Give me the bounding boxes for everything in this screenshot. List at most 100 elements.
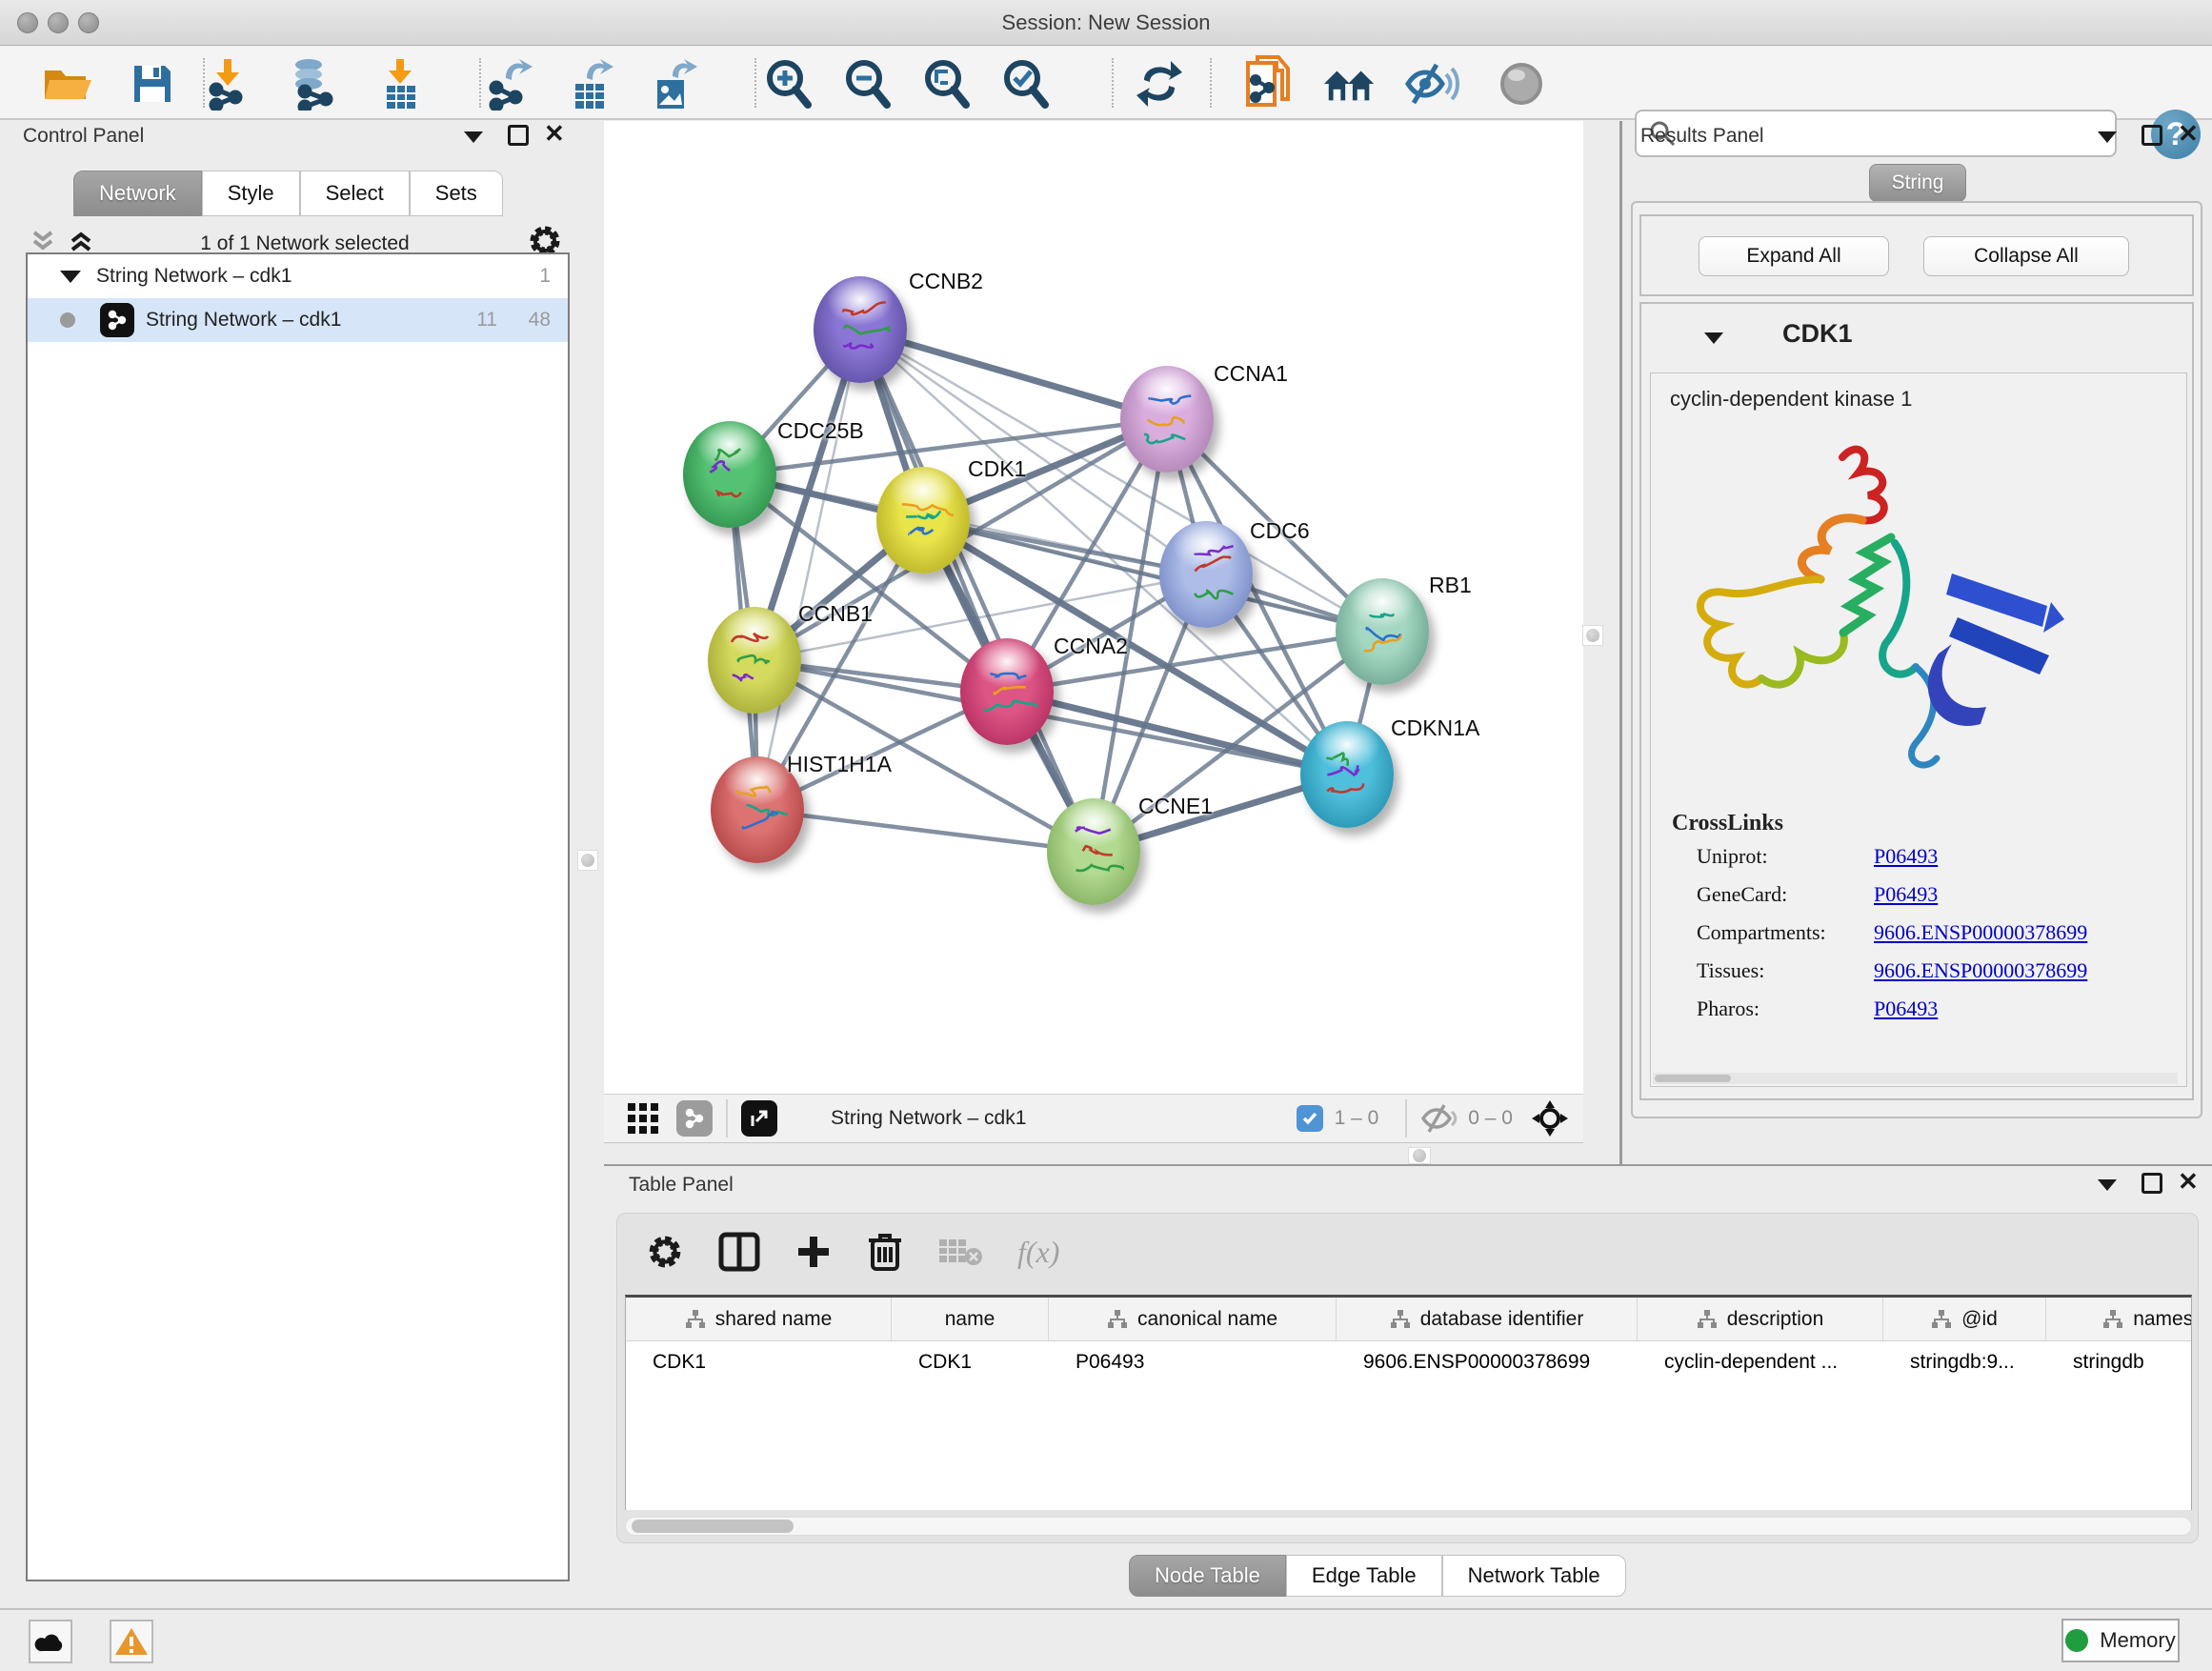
tab-network[interactable]: Network xyxy=(73,171,202,216)
results-panel-divider[interactable] xyxy=(1619,121,1622,1166)
show-columns-icon[interactable] xyxy=(718,1232,760,1272)
table-panel-float-icon[interactable] xyxy=(2142,1173,2162,1194)
memory-button[interactable]: Memory xyxy=(2061,1619,2180,1662)
collection-collapse-icon[interactable] xyxy=(60,271,81,283)
table-panel-body: f(x) shared namenamecanonical namedataba… xyxy=(616,1213,2199,1543)
network-node-CDC6[interactable] xyxy=(1159,521,1253,628)
crosslink-row: Tissues:9606.ENSP00000378699 xyxy=(1697,958,2186,983)
network-node-CDKN1A[interactable] xyxy=(1300,721,1394,828)
column-header-database-identifier[interactable]: database identifier xyxy=(1337,1298,1638,1340)
column-header-description[interactable]: description xyxy=(1638,1298,1883,1340)
column-header--id[interactable]: @id xyxy=(1883,1298,2046,1340)
control-panel-close-icon[interactable]: ✕ xyxy=(544,123,565,144)
network-node-CDK1[interactable] xyxy=(876,467,970,574)
network-node-RB1[interactable] xyxy=(1336,578,1429,685)
export-table-button[interactable] xyxy=(565,56,620,111)
zoom-fit-button[interactable] xyxy=(919,56,975,111)
string-view-icon[interactable] xyxy=(676,1100,713,1137)
tab-string[interactable]: String xyxy=(1869,164,1966,202)
results-panel-float-icon[interactable] xyxy=(2142,125,2162,146)
right-splitter-handle[interactable] xyxy=(1582,625,1603,646)
show-glass-button[interactable] xyxy=(1494,56,1549,111)
crosslink-link[interactable]: 9606.ENSP00000378699 xyxy=(1874,958,2087,983)
collapse-all-button[interactable]: Collapse All xyxy=(1923,236,2129,276)
zoom-in-button[interactable] xyxy=(761,56,816,111)
refresh-icon xyxy=(1133,57,1186,111)
selected-checkbox-icon[interactable] xyxy=(1297,1105,1323,1132)
protein-structure-thumbnail xyxy=(699,440,760,509)
export-table-icon xyxy=(568,57,617,111)
network-row[interactable]: String Network – cdk1 11 48 xyxy=(28,298,568,342)
export-network-button[interactable] xyxy=(482,56,537,111)
cdk1-detail-hscrollbar[interactable] xyxy=(1653,1073,2178,1084)
crosslink-link[interactable]: P06493 xyxy=(1874,882,1938,907)
tab-select[interactable]: Select xyxy=(300,171,410,216)
hidden-eye-icon xyxy=(1420,1103,1458,1134)
open-in-window-icon[interactable] xyxy=(741,1100,777,1137)
string-import-button[interactable] xyxy=(1240,56,1296,111)
delete-column-trash-icon[interactable] xyxy=(867,1231,903,1273)
crosslink-link[interactable]: P06493 xyxy=(1874,844,1938,869)
warnings-button[interactable] xyxy=(110,1620,153,1663)
zoom-out-button[interactable] xyxy=(840,56,895,111)
zoom-fit-icon xyxy=(920,57,974,111)
cloud-status-button[interactable] xyxy=(29,1620,72,1663)
column-type-icon xyxy=(685,1309,706,1330)
left-splitter-handle[interactable] xyxy=(577,850,598,871)
bottom-splitter-handle[interactable] xyxy=(1408,1147,1431,1164)
column-header-shared-name[interactable]: shared name xyxy=(626,1298,892,1340)
column-header-name[interactable]: name xyxy=(892,1298,1049,1340)
cdk1-collapse-icon[interactable] xyxy=(1704,332,1723,344)
tab-edge-table[interactable]: Edge Table xyxy=(1286,1555,1442,1597)
expand-all-button[interactable]: Expand All xyxy=(1699,236,1889,276)
network-node-CCNA2[interactable] xyxy=(960,638,1054,745)
network-overview-grid-icon[interactable] xyxy=(625,1100,661,1137)
network-node-CDC25B[interactable] xyxy=(683,421,776,528)
network-canvas[interactable]: CCNB2CCNA1CDC25BCDK1CDC6RB1CCNB1CCNA2CDK… xyxy=(604,121,1583,1094)
column-type-icon xyxy=(1107,1309,1128,1330)
crosslink-link[interactable]: P06493 xyxy=(1874,997,1938,1021)
table-panel-menu-icon[interactable] xyxy=(2098,1179,2117,1191)
network-node-CCNE1[interactable] xyxy=(1047,798,1140,905)
import-table-file-button[interactable] xyxy=(372,56,428,111)
tab-node-table[interactable]: Node Table xyxy=(1129,1555,1286,1597)
tab-sets[interactable]: Sets xyxy=(410,171,503,216)
control-panel-float-icon[interactable] xyxy=(508,125,529,146)
network-node-CCNB2[interactable] xyxy=(814,276,907,383)
table-hscrollbar[interactable] xyxy=(625,1517,2192,1536)
network-node-CCNB1[interactable] xyxy=(708,607,801,714)
apply-layout-button[interactable] xyxy=(1132,56,1187,111)
table-panel-close-icon[interactable]: ✕ xyxy=(2178,1171,2199,1192)
import-network-file-button[interactable] xyxy=(200,56,255,111)
delete-table-icon[interactable] xyxy=(937,1236,983,1268)
crosslink-link[interactable]: 9606.ENSP00000378699 xyxy=(1874,920,2087,945)
table-settings-gear-icon[interactable] xyxy=(646,1233,684,1271)
network-status-dot xyxy=(60,312,75,328)
string-home-button[interactable] xyxy=(1322,56,1377,111)
results-panel-close-icon[interactable]: ✕ xyxy=(2178,123,2199,144)
table-panel-divider[interactable] xyxy=(604,1164,2212,1166)
tab-style[interactable]: Style xyxy=(202,171,300,216)
function-builder-button[interactable]: f(x) xyxy=(1017,1235,1059,1270)
crosslink-label: Pharos: xyxy=(1697,997,1874,1021)
add-column-plus-icon[interactable] xyxy=(794,1233,833,1271)
import-network-database-button[interactable] xyxy=(286,56,341,111)
network-collection-row[interactable]: String Network – cdk1 1 xyxy=(28,254,568,298)
export-image-button[interactable] xyxy=(647,56,702,111)
column-header-canonical-name[interactable]: canonical name xyxy=(1049,1298,1337,1340)
open-session-button[interactable] xyxy=(40,56,95,111)
tab-network-table[interactable]: Network Table xyxy=(1442,1555,1626,1597)
network-node-label: CDKN1A xyxy=(1391,715,1479,741)
table-row[interactable]: CDK1CDK1P064939606.ENSP00000378699cyclin… xyxy=(626,1341,2191,1383)
zoom-selected-button[interactable] xyxy=(998,56,1054,111)
save-session-button[interactable] xyxy=(125,56,180,111)
control-panel-menu-icon[interactable] xyxy=(464,131,483,143)
results-panel-menu-icon[interactable] xyxy=(2098,131,2117,143)
hidden-counts: 0 – 0 xyxy=(1468,1107,1513,1130)
center-view-crosshair-icon[interactable] xyxy=(1530,1098,1570,1138)
table-cell: cyclin-dependent ... xyxy=(1638,1341,1883,1383)
network-node-CCNA1[interactable] xyxy=(1120,366,1214,473)
hide-glass-button[interactable] xyxy=(1404,56,1459,111)
column-type-icon xyxy=(1697,1309,1718,1330)
column-header-namespace[interactable]: namespace xyxy=(2046,1298,2192,1340)
